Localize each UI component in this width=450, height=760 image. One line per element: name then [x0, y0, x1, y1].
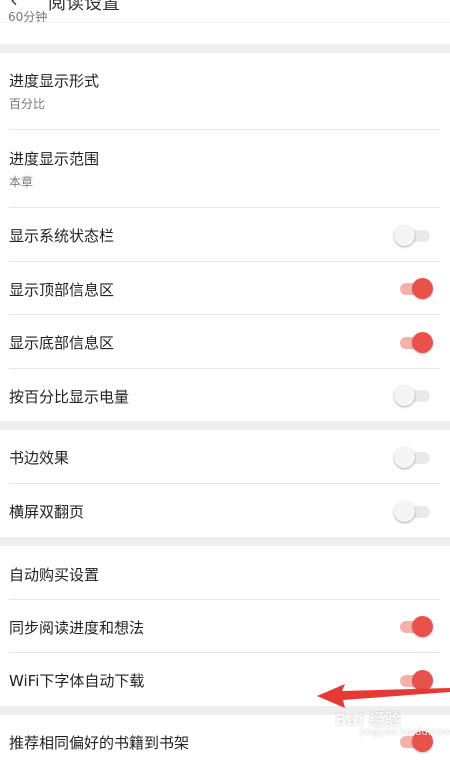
header-subtitle: 60分钟 — [8, 10, 48, 23]
setting-auto-purchase[interactable]: 自动购买设置 — [0, 546, 450, 599]
setting-label: 按百分比显示电量 — [9, 388, 130, 406]
setting-progress-format[interactable]: 进度显示形式 百分比 — [0, 53, 450, 129]
setting-label: 书边效果 — [9, 449, 70, 467]
setting-label: 显示底部信息区 — [9, 334, 115, 352]
landscape-double-toggle[interactable] — [394, 498, 434, 524]
setting-progress-range[interactable]: 进度显示范围 本章 — [0, 130, 450, 207]
setting-show-status-bar[interactable]: 显示系统状态栏 — [0, 208, 450, 261]
setting-label: 进度显示形式 — [9, 72, 100, 90]
watermark-url: jingyan.baidu.com — [360, 727, 450, 738]
bottom-info-toggle[interactable] — [396, 329, 434, 355]
setting-label: 自动购买设置 — [9, 566, 100, 584]
setting-label: 推荐相同偏好的书籍到书架 — [9, 734, 190, 752]
setting-show-bottom-info[interactable]: 显示底部信息区 — [0, 315, 450, 368]
setting-value: 本章 — [9, 175, 34, 189]
book-edge-toggle[interactable] — [394, 444, 434, 470]
section-gap — [0, 421, 450, 430]
section-gap — [0, 537, 450, 546]
setting-label: 显示系统状态栏 — [9, 227, 115, 245]
setting-label: 同步阅读进度和想法 — [9, 619, 145, 637]
section-gap — [0, 44, 450, 53]
setting-sync-progress[interactable]: 同步阅读进度和想法 — [0, 600, 450, 652]
annotation-arrow-shape — [317, 684, 450, 708]
setting-label: 横屏双翻页 — [9, 503, 85, 521]
page-title: 阅读设置 — [48, 0, 120, 14]
setting-battery-percent[interactable]: 按百分比显示电量 — [0, 369, 450, 421]
sync-progress-toggle[interactable] — [396, 613, 434, 639]
setting-label: 进度显示范围 — [9, 150, 100, 168]
setting-landscape-double[interactable]: 横屏双翻页 — [0, 484, 450, 537]
setting-show-top-info[interactable]: 显示顶部信息区 — [0, 262, 450, 314]
setting-label: 显示顶部信息区 — [9, 281, 115, 299]
setting-book-edge[interactable]: 书边效果 — [0, 430, 450, 483]
top-info-toggle[interactable] — [396, 275, 434, 301]
status-bar-toggle[interactable] — [394, 222, 434, 248]
setting-label: WiFi下字体自动下载 — [9, 672, 145, 690]
app-header: ‹ 阅读设置 60分钟 — [0, 0, 450, 23]
setting-value: 百分比 — [9, 97, 46, 111]
battery-percent-toggle[interactable] — [394, 382, 434, 408]
